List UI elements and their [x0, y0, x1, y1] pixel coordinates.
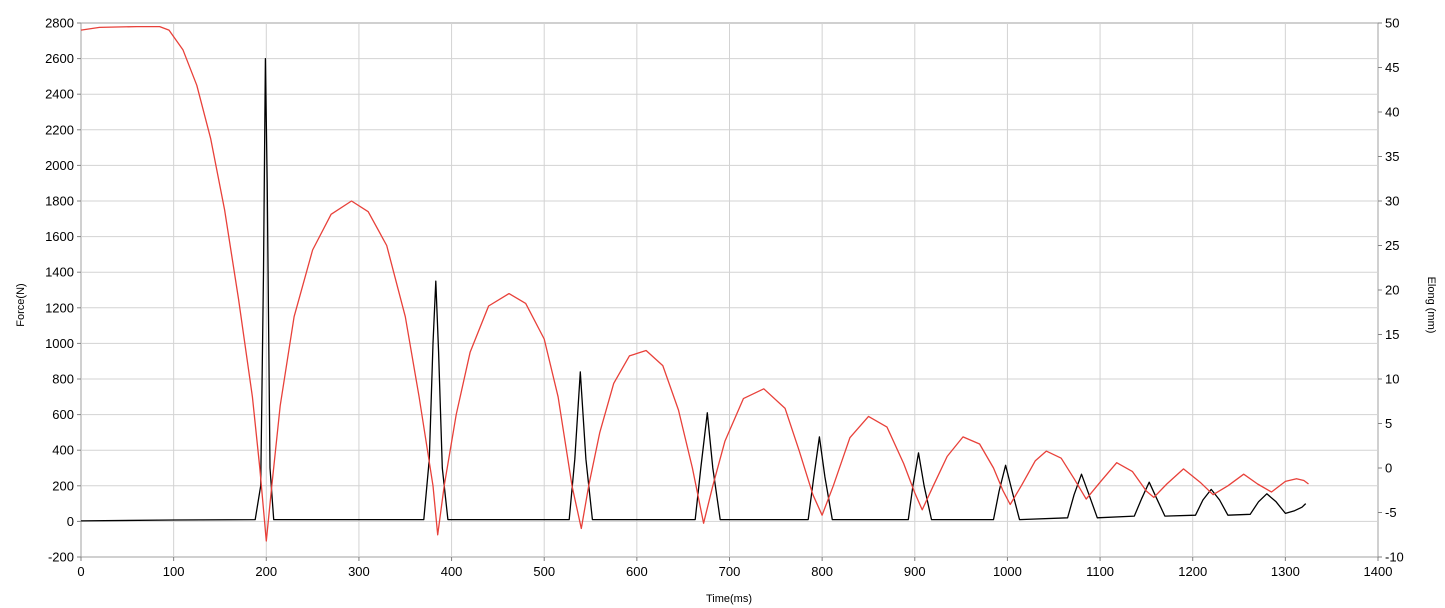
y-right-tick-label: -10: [1385, 550, 1404, 565]
y-right-tick-label: 30: [1385, 194, 1399, 209]
y-right-tick-label: 15: [1385, 327, 1399, 342]
y-left-tick-label: 400: [52, 443, 74, 458]
x-axis-title: Time(ms): [706, 593, 752, 605]
y-left-tick-label: 2800: [45, 16, 74, 31]
x-tick-label: 600: [626, 564, 648, 579]
x-tick-label: 1100: [1086, 564, 1114, 579]
x-tick-label: 400: [441, 564, 463, 579]
y-left-tick-label: 2600: [45, 51, 74, 66]
y-left-tick-label: 0: [67, 514, 74, 529]
y-left-tick-label: 800: [52, 372, 74, 387]
x-tick-label: 700: [719, 564, 741, 579]
x-tick-label: 800: [811, 564, 833, 579]
y-right-tick-label: 5: [1385, 416, 1392, 431]
y-axis-right-title: Elong (mm): [1425, 277, 1437, 334]
y-axis-left-title: Force(N): [15, 283, 27, 326]
y-right-tick-label: 40: [1385, 105, 1399, 120]
y-left-tick-label: 1200: [45, 300, 74, 315]
x-tick-label: 100: [163, 564, 185, 579]
x-tick-label: 0: [77, 564, 84, 579]
y-left-tick-label: 1400: [45, 265, 74, 280]
y-right-tick-label: 45: [1385, 60, 1399, 75]
x-tick-label: 500: [533, 564, 555, 579]
y-left-tick-label: 1000: [45, 336, 74, 351]
y-right-tick-label: 25: [1385, 238, 1399, 253]
y-left-tick-label: 1800: [45, 194, 74, 209]
x-tick-label: 300: [348, 564, 370, 579]
y-left-tick-label: 2200: [45, 122, 74, 137]
y-right-tick-label: 10: [1385, 372, 1399, 387]
y-right-tick-label: 0: [1385, 461, 1392, 476]
x-tick-label: 1400: [1364, 564, 1393, 579]
y-left-tick-label: -200: [48, 550, 74, 565]
x-tick-label: 1000: [993, 564, 1022, 579]
y-left-tick-label: 600: [52, 407, 74, 422]
x-tick-label: 200: [255, 564, 277, 579]
y-right-tick-label: 20: [1385, 283, 1399, 298]
y-right-tick-label: -5: [1385, 505, 1397, 520]
y-right-tick-label: 50: [1385, 16, 1399, 31]
y-left-tick-label: 2000: [45, 158, 74, 173]
chart: 0 100 200 300 400 500 600 700 800 900 1000 1100 1200…: [15, 16, 1437, 606]
x-tick-label: 1200: [1178, 564, 1207, 579]
y-left-tick-label: 1600: [45, 229, 74, 244]
y-left-tick-label: 200: [52, 478, 74, 493]
y-left-tick-label: 2400: [45, 87, 74, 102]
x-tick-label: 1300: [1271, 564, 1300, 579]
x-tick-label: 900: [904, 564, 926, 579]
y-right-tick-label: 35: [1385, 149, 1399, 164]
